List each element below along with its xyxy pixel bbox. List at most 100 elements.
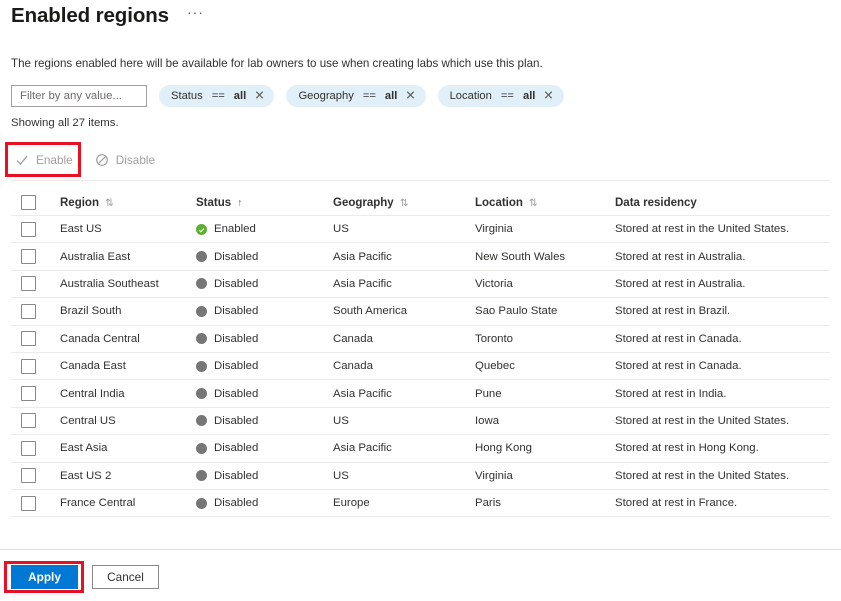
cell-location: Hong Kong [475,442,615,454]
cell-location: Iowa [475,415,615,427]
table-header-row: Region ⇅ Status ↑ Geography ⇅ Location ⇅… [11,190,830,216]
row-checkbox-cell[interactable] [11,413,60,428]
column-header-region-label: Region [60,197,99,209]
cell-location: Victoria [475,278,615,290]
close-icon[interactable]: ✕ [255,90,266,103]
filter-pill-geography-operator: == [363,90,376,102]
cell-location: New South Wales [475,251,615,263]
row-checkbox-cell[interactable] [11,359,60,374]
cell-data-residency: Stored at rest in the United States. [615,223,830,235]
disable-button[interactable]: Disable [91,151,159,169]
status-disabled-icon [196,388,207,399]
cell-data-residency: Stored at rest in France. [615,497,830,509]
sort-icon[interactable]: ↑ [237,197,242,209]
filter-pill-location[interactable]: Location == all ✕ [438,85,564,107]
toolbar-divider [11,180,830,181]
row-checkbox[interactable] [21,304,36,319]
table-row[interactable]: East USEnabledUSVirginiaStored at rest i… [11,216,830,243]
row-checkbox-cell[interactable] [11,441,60,456]
column-header-geography-label: Geography [333,197,394,209]
column-header-data-residency[interactable]: Data residency [615,197,830,209]
table-row[interactable]: France CentralDisabledEuropeParisStored … [11,490,830,517]
cell-region: Australia Southeast [60,278,196,290]
close-icon[interactable]: ✕ [406,90,417,103]
filter-pill-location-value: all [523,90,535,102]
cancel-button[interactable]: Cancel [92,565,159,589]
row-checkbox[interactable] [21,496,36,511]
filter-pill-geography[interactable]: Geography == all ✕ [286,85,425,107]
cell-status-label: Disabled [214,470,258,482]
table-row[interactable]: Australia EastDisabledAsia PacificNew So… [11,243,830,270]
enable-button[interactable]: Enable [11,151,77,169]
cell-status: Disabled [196,470,333,482]
row-checkbox-cell[interactable] [11,496,60,511]
cell-region: Canada Central [60,333,196,345]
filter-pill-status[interactable]: Status == all ✕ [159,85,274,107]
status-enabled-icon [196,224,207,235]
status-disabled-icon [196,333,207,344]
cell-region: Central India [60,388,196,400]
row-checkbox-cell[interactable] [11,468,60,483]
disable-button-label: Disable [116,153,155,167]
cell-status-label: Disabled [214,388,258,400]
close-icon[interactable]: ✕ [544,90,555,103]
table-row[interactable]: Australia SoutheastDisabledAsia PacificV… [11,271,830,298]
panel-description: The regions enabled here will be availab… [11,56,543,72]
cell-region: Central US [60,415,196,427]
column-header-location-label: Location [475,197,523,209]
column-header-region[interactable]: Region ⇅ [60,197,196,209]
filter-pill-status-operator: == [212,90,225,102]
table-row[interactable]: East AsiaDisabledAsia PacificHong KongSt… [11,435,830,462]
table-row[interactable]: Central USDisabledUSIowaStored at rest i… [11,408,830,435]
row-checkbox[interactable] [21,249,36,264]
row-checkbox-cell[interactable] [11,386,60,401]
row-checkbox[interactable] [21,468,36,483]
cell-geography: Asia Pacific [333,388,475,400]
sort-icon[interactable]: ⇅ [400,197,409,209]
cell-region: France Central [60,497,196,509]
row-checkbox[interactable] [21,331,36,346]
sort-icon[interactable]: ⇅ [529,197,538,209]
column-header-status[interactable]: Status ↑ [196,197,333,209]
filter-input[interactable] [11,85,147,107]
cell-status: Disabled [196,360,333,372]
block-icon [95,153,109,167]
row-checkbox[interactable] [21,222,36,237]
select-all-checkbox[interactable] [21,195,36,210]
table-row[interactable]: Brazil SouthDisabledSouth AmericaSao Pau… [11,298,830,325]
cell-status-label: Disabled [214,251,258,263]
table-row[interactable]: Central IndiaDisabledAsia PacificPuneSto… [11,380,830,407]
footer-divider [0,549,841,550]
table-row[interactable]: Canada CentralDisabledCanadaTorontoStore… [11,326,830,353]
row-checkbox-cell[interactable] [11,249,60,264]
select-all-checkbox-cell[interactable] [11,195,60,210]
table-row[interactable]: Canada EastDisabledCanadaQuebecStored at… [11,353,830,380]
cell-geography: Europe [333,497,475,509]
cell-status: Disabled [196,251,333,263]
row-checkbox-cell[interactable] [11,304,60,319]
cell-geography: Canada [333,333,475,345]
row-checkbox[interactable] [21,386,36,401]
row-checkbox[interactable] [21,413,36,428]
status-disabled-icon [196,361,207,372]
table-row[interactable]: East US 2DisabledUSVirginiaStored at res… [11,463,830,490]
apply-button[interactable]: Apply [11,565,78,589]
cell-status: Disabled [196,497,333,509]
cell-location: Virginia [475,470,615,482]
cell-data-residency: Stored at rest in Hong Kong. [615,442,830,454]
status-disabled-icon [196,470,207,481]
row-checkbox[interactable] [21,276,36,291]
column-header-location[interactable]: Location ⇅ [475,197,615,209]
column-header-geography[interactable]: Geography ⇅ [333,197,475,209]
filter-pill-geography-value: all [385,90,397,102]
row-checkbox[interactable] [21,441,36,456]
cell-status-label: Enabled [214,223,256,235]
row-checkbox-cell[interactable] [11,331,60,346]
row-checkbox[interactable] [21,359,36,374]
sort-icon[interactable]: ⇅ [105,197,114,209]
more-options-icon[interactable]: ··· [183,4,208,20]
row-checkbox-cell[interactable] [11,222,60,237]
cell-location: Quebec [475,360,615,372]
row-checkbox-cell[interactable] [11,276,60,291]
filter-bar: Status == all ✕ Geography == all ✕ Locat… [11,85,564,107]
